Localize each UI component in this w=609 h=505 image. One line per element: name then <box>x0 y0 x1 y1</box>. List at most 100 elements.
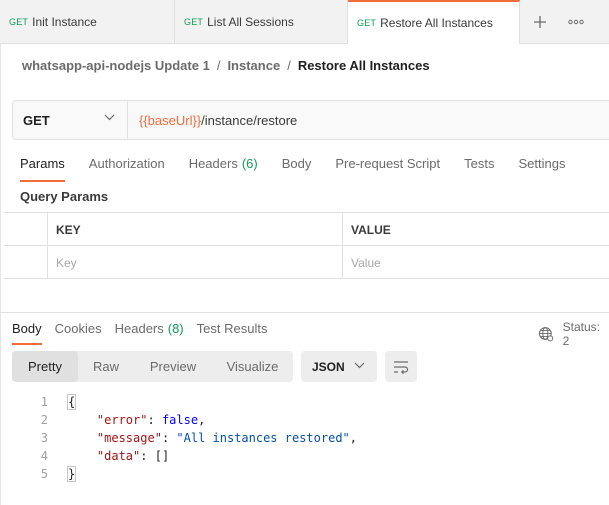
status-text: Status: 2 <box>562 320 601 348</box>
json-value: "All instances restored" <box>176 431 350 445</box>
url-path: /instance/restore <box>201 112 298 128</box>
param-value-input[interactable]: Value <box>343 246 609 279</box>
view-visualize-button[interactable]: Visualize <box>212 351 293 382</box>
tab-label: Pre-request Script <box>335 156 441 171</box>
tab-restore-all-instances[interactable]: GET Restore All Instances <box>348 0 520 44</box>
code-text: "data": [] <box>96 449 170 463</box>
tab-label: Init Instance <box>32 15 97 29</box>
view-raw-button[interactable]: Raw <box>78 351 134 382</box>
query-params-table: KEY VALUE Key Value <box>4 212 609 279</box>
tab-label: Body <box>281 156 312 171</box>
line-number: 4 <box>40 449 48 463</box>
tab-method-badge: GET <box>184 17 204 27</box>
new-tab-button[interactable] <box>522 0 558 44</box>
code-line: 2 "error": false, <box>0 411 609 429</box>
query-params-title: Query Params <box>20 189 109 204</box>
breadcrumb-separator: / <box>287 58 291 73</box>
response-view-toggle: Pretty Raw Preview Visualize <box>12 351 293 382</box>
code-line: 1 { <box>0 393 609 411</box>
tab-tests[interactable]: Tests <box>464 152 494 182</box>
tab-response-body[interactable]: Body <box>12 319 42 345</box>
request-url-bar: GET {{baseUrl}}/instance/restore <box>12 100 609 140</box>
tab-list-all-sessions[interactable]: GET List All Sessions <box>175 0 348 44</box>
headers-count: (6) <box>241 156 258 171</box>
wrap-lines-icon <box>394 360 409 374</box>
response-tabs: Body Cookies Headers (8) Test Results <box>12 319 280 345</box>
tab-response-cookies[interactable]: Cookies <box>55 319 102 345</box>
json-key: "message" <box>96 431 162 445</box>
chevron-down-icon <box>104 114 115 121</box>
tab-label: Params <box>20 156 65 171</box>
tab-label: Authorization <box>88 156 165 171</box>
tab-label: Cookies <box>54 321 102 336</box>
tab-label: Settings <box>518 156 566 171</box>
more-horizontal-icon <box>568 19 584 25</box>
tab-authorization[interactable]: Authorization <box>89 152 165 182</box>
line-number: 2 <box>40 413 48 427</box>
json-key: "data" <box>96 449 141 463</box>
headers-count: (8) <box>167 321 184 336</box>
tab-response-headers[interactable]: Headers (8) <box>115 319 184 345</box>
wrap-lines-button[interactable] <box>385 351 417 382</box>
tab-label: Tests <box>464 156 495 171</box>
method-value: GET <box>23 112 50 128</box>
format-value: JSON <box>312 359 345 374</box>
breadcrumb-separator: / <box>216 58 221 73</box>
tab-label: Restore All Instances <box>380 16 493 30</box>
breadcrumb-collection[interactable]: whatsapp-api-nodejs Update 1 <box>22 58 210 73</box>
globe-icon[interactable] <box>538 326 554 342</box>
tab-pre-request-script[interactable]: Pre-request Script <box>335 152 440 182</box>
plus-icon <box>534 16 546 28</box>
pane-divider[interactable] <box>0 312 609 313</box>
row-checkbox-cell <box>4 246 48 279</box>
breadcrumb-request[interactable]: Restore All Instances <box>298 58 430 73</box>
code-line: 4 "data": [] <box>0 447 609 465</box>
tab-label: Headers <box>188 156 238 171</box>
code-text: { <box>66 394 77 410</box>
request-tab-bar: GET Init Instance GET List All Sessions … <box>0 0 609 44</box>
code-text: "error": false, <box>96 413 206 427</box>
tab-label: Test Results <box>196 321 268 336</box>
table-row: Key Value <box>4 246 609 279</box>
tab-init-instance[interactable]: GET Init Instance <box>0 0 175 44</box>
line-number: 5 <box>40 467 48 481</box>
tab-options-button[interactable] <box>558 0 594 44</box>
table-header-row: KEY VALUE <box>4 213 609 246</box>
tab-params[interactable]: Params <box>20 152 65 182</box>
column-header-key: KEY <box>48 213 343 246</box>
param-key-input[interactable]: Key <box>48 246 343 279</box>
breadcrumb: whatsapp-api-nodejs Update 1 / Instance … <box>22 58 430 73</box>
code-line: 3 "message": "All instances restored", <box>0 429 609 447</box>
tab-label: List All Sessions <box>207 15 294 29</box>
chevron-down-icon <box>354 362 365 369</box>
tab-headers[interactable]: Headers (6) <box>189 152 258 182</box>
line-number: 1 <box>40 395 48 409</box>
table-checkbox-column <box>4 213 48 246</box>
tab-settings[interactable]: Settings <box>518 152 565 182</box>
url-input[interactable]: {{baseUrl}}/instance/restore <box>139 101 297 139</box>
method-select[interactable]: GET <box>13 101 128 139</box>
tab-body[interactable]: Body <box>282 152 312 182</box>
tab-test-results[interactable]: Test Results <box>197 319 268 345</box>
request-tabs: Params Authorization Headers (6) Body Pre… <box>20 152 589 182</box>
tab-label: Body <box>12 321 42 336</box>
view-pretty-button[interactable]: Pretty <box>12 351 78 382</box>
code-text: "message": "All instances restored", <box>96 431 358 445</box>
json-punct: , <box>349 431 358 445</box>
response-status: Status: 2 <box>538 320 609 348</box>
json-key: "error" <box>96 413 148 427</box>
column-header-value: VALUE <box>351 222 391 237</box>
json-punct: , <box>198 413 206 427</box>
view-preview-button[interactable]: Preview <box>134 351 212 382</box>
tab-method-badge: GET <box>357 18 377 28</box>
format-select[interactable]: JSON <box>301 351 377 382</box>
line-number: 3 <box>40 431 48 445</box>
breadcrumb-folder[interactable]: Instance <box>227 58 280 73</box>
json-value: false <box>161 413 199 427</box>
tab-label: Headers <box>114 321 164 336</box>
code-text: } <box>66 466 77 482</box>
url-variable: {{baseUrl}} <box>139 112 202 128</box>
json-value: [] <box>154 449 170 463</box>
code-line: 5 } <box>0 465 609 483</box>
tab-method-badge: GET <box>9 17 29 27</box>
